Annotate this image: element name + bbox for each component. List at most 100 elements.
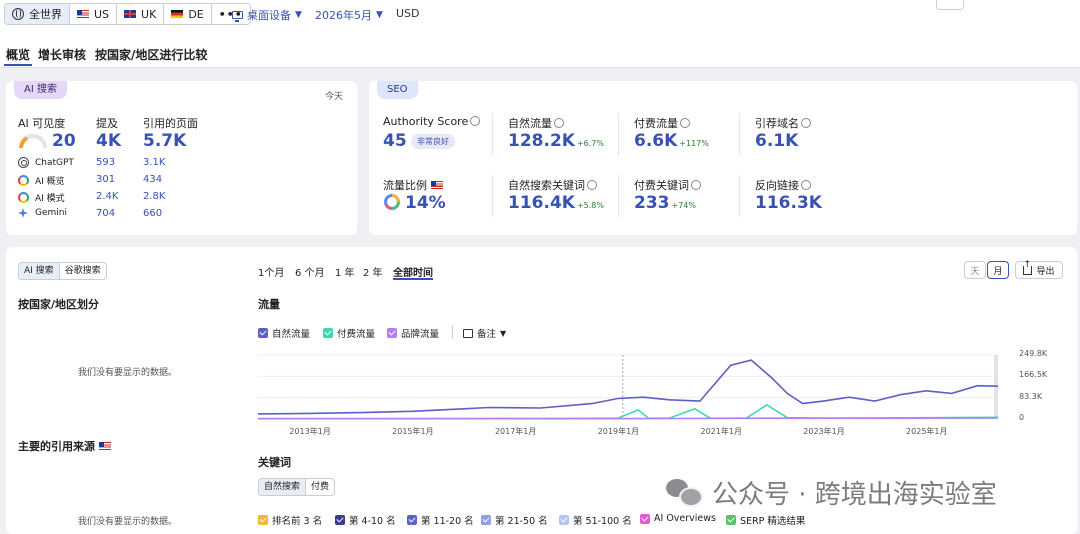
legend-organic-checkbox[interactable]: 自然流量 xyxy=(258,326,310,340)
export-button[interactable]: 导出 xyxy=(1015,260,1063,279)
ai-search-tab[interactable]: AI 搜索 xyxy=(19,263,60,279)
current-period-highlight xyxy=(994,355,998,419)
top-bar: 全世界 US UK DE ••• 桌面设备 ▼ 2026年5月 ▼ USD xyxy=(0,0,1080,42)
paid-traffic-label: 付费流量 xyxy=(634,115,690,131)
citation-sources-title: 主要的引用来源 xyxy=(18,438,116,454)
range-1-month[interactable]: 1个月 xyxy=(258,264,284,279)
info-icon[interactable] xyxy=(801,118,811,128)
range-all-time[interactable]: 全部时间 xyxy=(393,264,433,280)
paid-traffic-value[interactable]: 6.6K +117% xyxy=(634,131,709,151)
ai-visibility-label: AI 可见度 xyxy=(18,117,66,130)
authority-score-label: Authority Score xyxy=(383,115,481,128)
nav-tabs: 概览 增长审核 按国家/地区进行比较 xyxy=(0,42,1080,68)
series-line-2 xyxy=(258,417,999,420)
traffic-share-label: 流量比例 xyxy=(383,177,448,193)
info-icon[interactable] xyxy=(680,118,690,128)
gemini-mentions[interactable]: 704 xyxy=(96,208,115,219)
visibility-gauge-icon xyxy=(19,134,47,149)
day-button[interactable]: 天 xyxy=(964,261,986,279)
referring-domains-label: 引荐域名 xyxy=(755,115,811,131)
chatgpt-mentions[interactable]: 593 xyxy=(96,157,115,168)
paid-keywords-tab[interactable]: 付费 xyxy=(306,479,334,495)
ai-mode-mentions[interactable]: 2.4K xyxy=(96,191,118,202)
country-section-title: 按国家/地区划分 xyxy=(18,298,100,311)
info-icon[interactable] xyxy=(470,116,481,126)
gemini-cited[interactable]: 660 xyxy=(143,208,162,219)
organic-keywords-delta: +5.8% xyxy=(576,201,604,210)
checkbox-icon xyxy=(387,328,397,338)
organic-traffic-value[interactable]: 128.2K +6.7% xyxy=(508,131,604,151)
notes-dropdown[interactable]: 备注 ▼ xyxy=(463,326,506,340)
kw-legend-serp-features[interactable]: SERP 精选结果 xyxy=(726,513,805,527)
ai-overview-mentions[interactable]: 301 xyxy=(96,174,115,185)
x-tick-label: 2025年1月 xyxy=(906,427,948,436)
kw-legend-11-20[interactable]: 第 11-20 名 xyxy=(407,513,474,527)
wechat-icon xyxy=(666,477,703,507)
paid-keywords-value[interactable]: 233 +74% xyxy=(634,193,696,213)
device-dropdown[interactable]: 桌面设备 ▼ xyxy=(232,7,302,23)
tab-compare-countries[interactable]: 按国家/地区进行比较 xyxy=(95,46,207,63)
gemini-icon xyxy=(18,208,28,218)
chatgpt-cited[interactable]: 3.1K xyxy=(143,157,165,168)
legend-paid-checkbox[interactable]: 付费流量 xyxy=(323,326,375,340)
kw-legend-4-10[interactable]: 第 4-10 名 xyxy=(335,513,396,527)
checkbox-icon xyxy=(559,515,569,525)
range-1-year[interactable]: 1 年 xyxy=(335,264,355,279)
x-tick-label: 2019年1月 xyxy=(597,427,640,436)
info-icon[interactable] xyxy=(691,180,701,190)
traffic-share-value[interactable]: 14% xyxy=(405,193,446,213)
checkbox-icon xyxy=(323,328,333,338)
month-button[interactable]: 月 xyxy=(987,261,1009,279)
cited-pages-label: 引用的页面 xyxy=(143,117,198,130)
y-tick-label: 83.3K xyxy=(1019,391,1043,401)
ai-row-chatgpt: ChatGPT xyxy=(18,157,74,168)
y-tick-label: 249.8K xyxy=(1019,349,1048,358)
kw-legend-51-100[interactable]: 第 51-100 名 xyxy=(559,513,632,527)
google-icon xyxy=(18,192,29,203)
menu-button[interactable] xyxy=(936,0,964,10)
kw-legend-ai-overviews[interactable]: AI Overviews xyxy=(640,513,716,524)
divider xyxy=(618,175,619,217)
chevron-down-icon: ▼ xyxy=(376,10,383,20)
organic-keywords-value[interactable]: 116.4K +5.8% xyxy=(508,193,604,213)
today-label: 今天 xyxy=(324,92,343,102)
legend-brand-checkbox[interactable]: 品牌流量 xyxy=(387,326,439,340)
info-icon[interactable] xyxy=(801,180,811,190)
date-dropdown[interactable]: 2026年5月 ▼ xyxy=(315,7,383,23)
traffic-chart[interactable] xyxy=(258,351,1014,431)
region-uk-button[interactable]: UK xyxy=(117,4,165,24)
ai-row-gemini: Gemini xyxy=(18,208,67,218)
kw-legend-top3[interactable]: 排名前 3 名 xyxy=(258,513,322,527)
backlinks-label: 反向链接 xyxy=(755,177,811,193)
currency-label: USD xyxy=(396,7,420,20)
region-worldwide-button[interactable]: 全世界 xyxy=(5,4,70,24)
info-icon[interactable] xyxy=(554,118,564,128)
info-icon[interactable] xyxy=(587,180,597,190)
kw-legend-21-50[interactable]: 第 21-50 名 xyxy=(481,513,548,527)
tab-growth-audit[interactable]: 增长审核 xyxy=(38,46,86,63)
cited-pages-value[interactable]: 5.7K xyxy=(143,131,186,151)
range-2-years[interactable]: 2 年 xyxy=(363,264,383,279)
region-us-button[interactable]: US xyxy=(70,4,118,24)
authority-score-value[interactable]: 45 xyxy=(383,131,407,151)
region-de-button[interactable]: DE xyxy=(164,4,212,24)
backlinks-value[interactable]: 116.3K xyxy=(755,193,822,213)
authority-score-badge: 非常良好 xyxy=(411,134,455,149)
range-6-months[interactable]: 6 个月 xyxy=(295,264,325,279)
tab-overview[interactable]: 概览 xyxy=(3,46,33,66)
ai-overview-cited[interactable]: 434 xyxy=(143,174,162,185)
organic-traffic-label: 自然流量 xyxy=(508,115,564,131)
mentions-value[interactable]: 4K xyxy=(96,131,121,151)
google-search-tab[interactable]: 谷歌搜索 xyxy=(60,263,106,279)
flag-uk-icon xyxy=(124,10,137,18)
ai-mode-cited[interactable]: 2.8K xyxy=(143,191,165,202)
x-tick-label: 2021年1月 xyxy=(700,427,742,436)
referring-domains-value[interactable]: 6.1K xyxy=(755,131,798,151)
divider xyxy=(452,325,453,339)
organic-keywords-tab[interactable]: 自然搜索 xyxy=(259,479,307,495)
ai-visibility-value[interactable]: 20 xyxy=(52,131,76,151)
ai-search-card: AI 搜索 今天 AI 可见度 20 提及 4K 引用的页面 5.7K Chat… xyxy=(6,81,357,235)
checkbox-icon xyxy=(640,513,650,524)
wechat-watermark: 公众号 · 跨境出海实验室 xyxy=(666,476,997,510)
x-tick-label: 2023年1月 xyxy=(803,427,845,436)
